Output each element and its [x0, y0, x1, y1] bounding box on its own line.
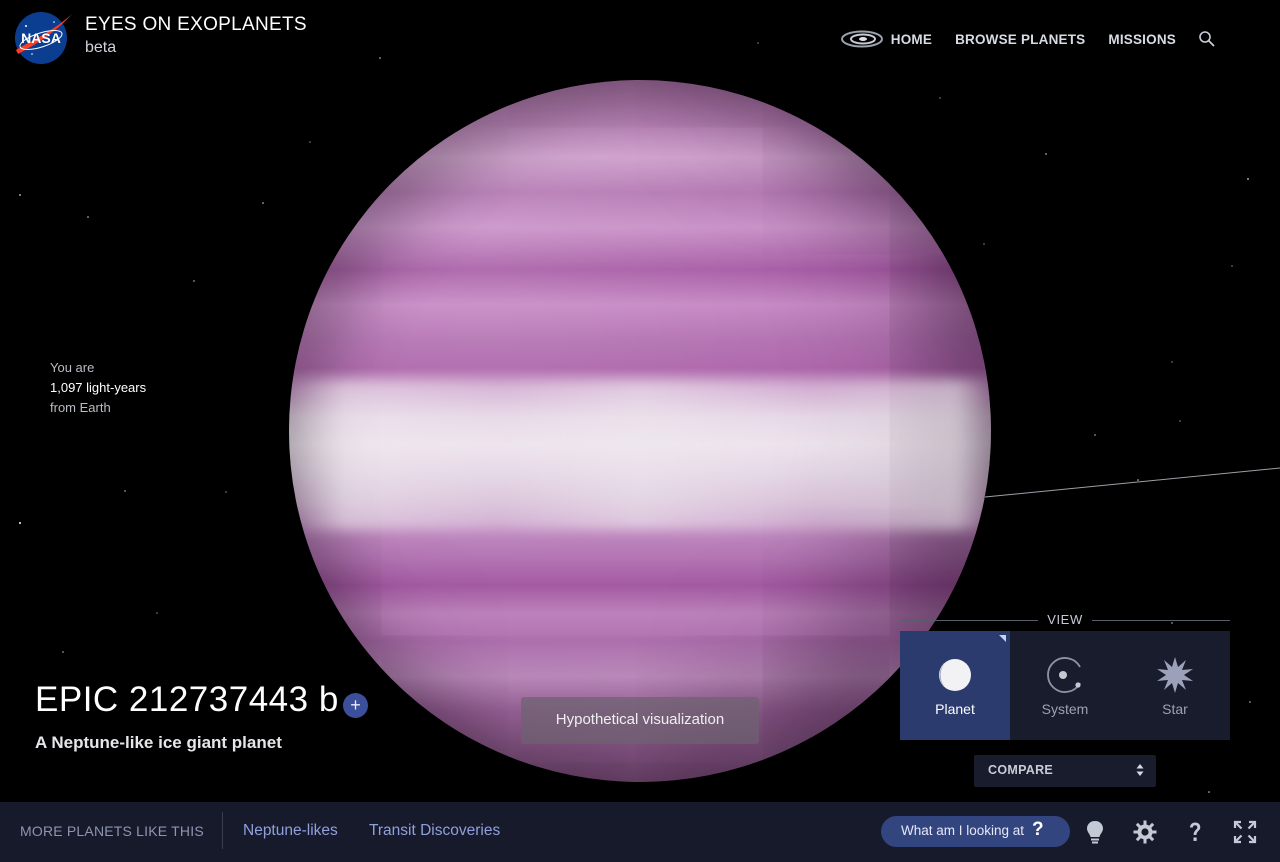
top-navigation: HOME BROWSE PLANETS MISSIONS [840, 29, 1216, 49]
settings-gear-icon[interactable] [1133, 820, 1157, 844]
app-subtitle: beta [85, 39, 117, 56]
distance-value: 1,097 light-years [50, 380, 147, 395]
link-neptune-likes[interactable]: Neptune-likes [243, 822, 338, 840]
add-planet-button[interactable]: + [343, 693, 368, 718]
what-am-i-looking-at-button[interactable]: What am I looking at ? [881, 816, 1070, 847]
divider [222, 812, 223, 849]
planet-title: EPIC 212737443 b [35, 680, 339, 719]
fullscreen-icon[interactable] [1233, 820, 1257, 844]
view-system-label: System [1041, 701, 1089, 717]
view-system-button[interactable]: System [1010, 631, 1120, 740]
corner-indicator-icon [999, 635, 1006, 642]
hypothetical-visualization-badge: Hypothetical visualization [521, 697, 759, 744]
distance-readout: You are 1,097 light-years from Earth [50, 358, 146, 418]
nav-missions[interactable]: MISSIONS [1108, 32, 1176, 47]
help-icon[interactable] [1183, 820, 1207, 844]
nav-home[interactable]: HOME [840, 29, 933, 49]
view-selector: Planet System Star [900, 631, 1230, 740]
view-star-button[interactable]: Star [1120, 631, 1230, 740]
lightbulb-icon[interactable] [1083, 820, 1107, 844]
nasa-logo[interactable]: NASA [12, 10, 74, 66]
nav-browse-planets[interactable]: BROWSE PLANETS [955, 32, 1085, 47]
nav-home-label: HOME [890, 31, 933, 47]
compare-label: COMPARE [988, 763, 1054, 777]
distance-prefix: You are [50, 360, 95, 375]
view-planet-button[interactable]: Planet [900, 631, 1010, 740]
planet-visualization[interactable] [289, 80, 991, 782]
sort-arrows-icon [1136, 764, 1144, 776]
star-icon [1157, 657, 1193, 693]
app-title: EYES ON EXOPLANETS [85, 14, 307, 35]
question-mark-icon: ? [1032, 819, 1044, 840]
more-planets-label: MORE PLANETS LIKE THIS [20, 823, 204, 839]
bottom-bar: MORE PLANETS LIKE THIS Neptune-likes Tra… [0, 802, 1280, 862]
divider [1092, 620, 1230, 621]
view-header: VIEW [900, 612, 1230, 628]
what-am-i-looking-at-label: What am I looking at [901, 823, 1025, 838]
view-star-label: Star [1162, 701, 1188, 717]
galaxy-icon [840, 30, 883, 48]
svg-text:NASA: NASA [21, 30, 61, 46]
search-icon[interactable] [1198, 30, 1216, 48]
planet-icon [939, 659, 971, 691]
compare-dropdown[interactable]: COMPARE [974, 755, 1156, 787]
cloud-band [289, 380, 991, 530]
distance-suffix: from Earth [50, 400, 111, 415]
planet-description: A Neptune-like ice giant planet [35, 733, 282, 752]
view-planet-label: Planet [935, 701, 975, 717]
system-icon [1047, 657, 1081, 693]
link-transit-discoveries[interactable]: Transit Discoveries [369, 822, 500, 840]
